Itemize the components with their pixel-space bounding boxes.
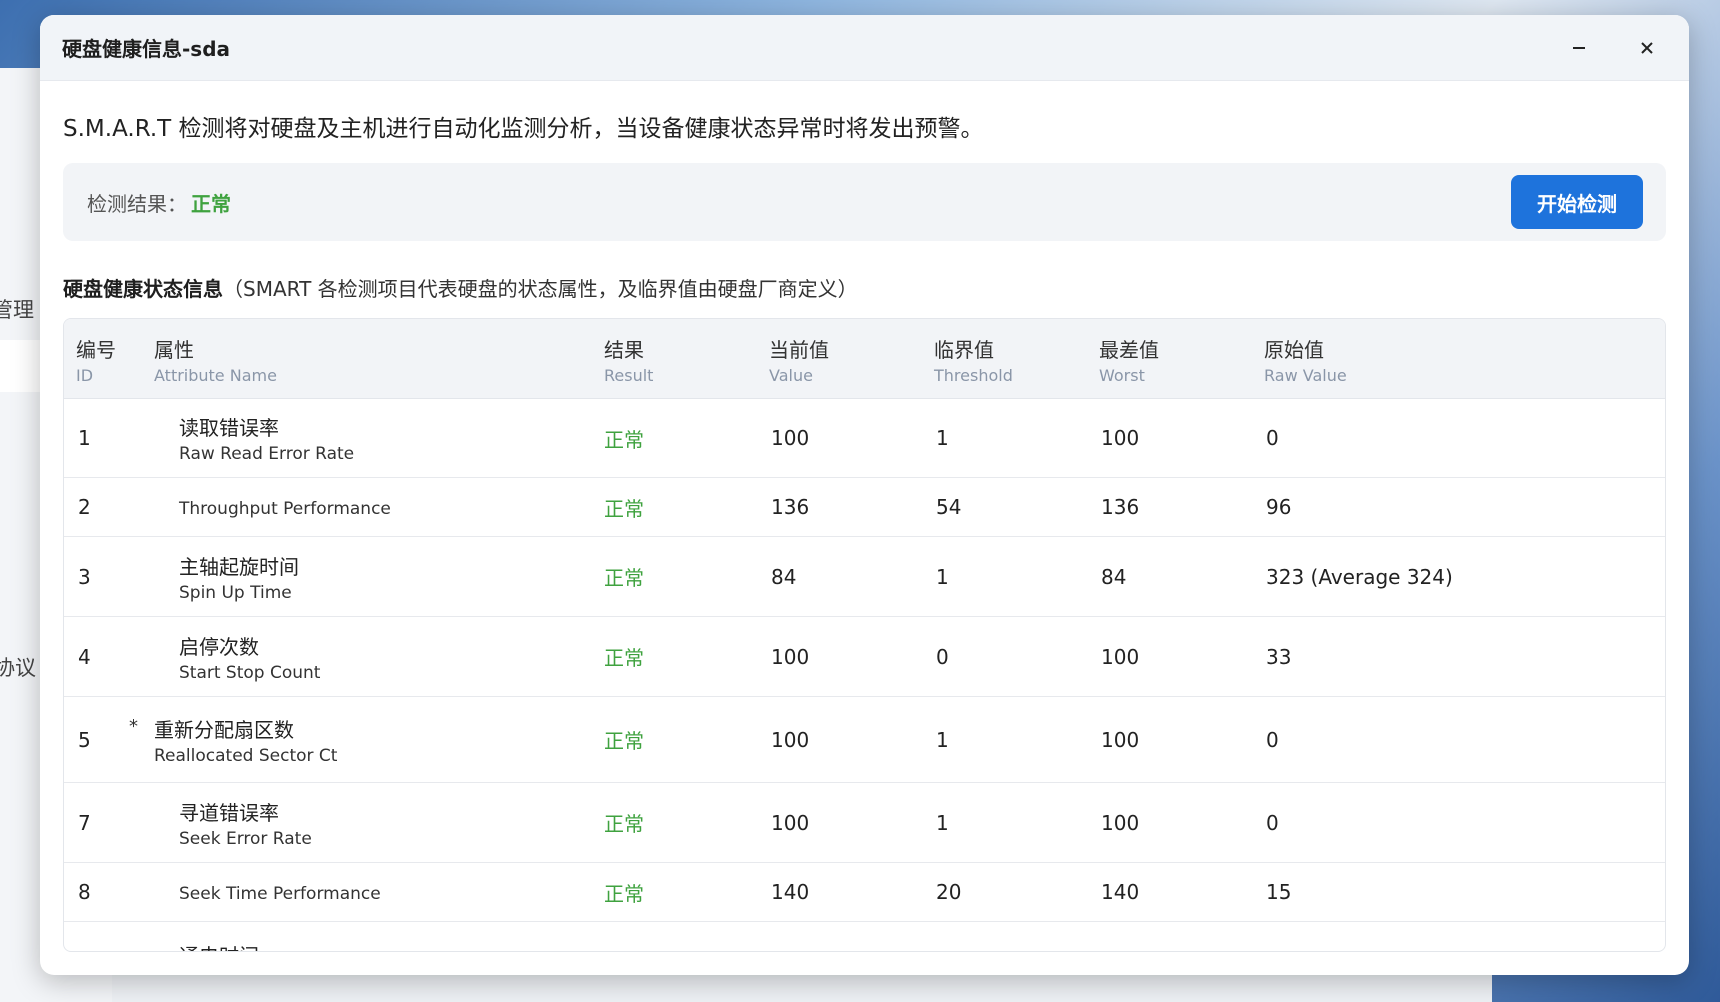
cell-threshold: 0 bbox=[936, 644, 949, 669]
background-label: 协议 bbox=[0, 656, 36, 680]
result-status: 正常 bbox=[191, 191, 231, 216]
intro-text: S.M.A.R.T 检测将对硬盘及主机进行自动化监测分析，当设备健康状态异常时将… bbox=[63, 116, 984, 142]
start-check-button[interactable]: 开始检测 bbox=[1511, 175, 1643, 229]
cell-value: 140 bbox=[771, 880, 810, 904]
cell-threshold: 1 bbox=[936, 810, 949, 835]
cell-worst: 100 bbox=[1101, 727, 1140, 752]
dialog-header: 硬盘健康信息-sda bbox=[40, 15, 1689, 81]
cell-result: 正常 bbox=[604, 566, 644, 590]
cell-worst: 140 bbox=[1101, 880, 1140, 904]
cell-threshold: 20 bbox=[936, 880, 962, 904]
cell-raw: 96 bbox=[1266, 495, 1292, 519]
table-row: 7 寻道错误率 Seek Error Rate 正常 100 1 100 0 bbox=[64, 783, 1665, 863]
cell-id: 1 bbox=[78, 426, 91, 450]
cell-result: 正常 bbox=[604, 496, 644, 521]
table-row: 5 * 重新分配扇区数 Reallocated Sector Ct 正常 100 1… bbox=[64, 697, 1665, 783]
header-value: 当前值 Value bbox=[769, 338, 829, 385]
cell-name: 通电时间 bbox=[154, 940, 604, 951]
cell-raw: 0 bbox=[1266, 727, 1279, 752]
cell-id: 8 bbox=[78, 880, 91, 904]
close-icon bbox=[1641, 41, 1653, 54]
cell-name: 主轴起旋时间 Spin Up Time bbox=[179, 554, 299, 603]
cell-raw: 323 (Average 324) bbox=[1266, 564, 1453, 589]
cell-worst: 100 bbox=[1101, 644, 1140, 669]
dialog-body: S.M.A.R.T 检测将对硬盘及主机进行自动化监测分析，当设备健康状态异常时将… bbox=[40, 109, 1689, 952]
cell-value: 100 bbox=[771, 727, 810, 752]
header-raw: 原始值 Raw Value bbox=[1264, 338, 1347, 385]
cell-result: 正常 bbox=[604, 881, 644, 906]
table-row: 通电时间 bbox=[64, 922, 1665, 951]
header-threshold: 临界值 Threshold bbox=[934, 338, 1013, 385]
cell-value: 84 bbox=[771, 564, 797, 589]
cell-name: 读取错误率 Raw Read Error Rate bbox=[179, 416, 355, 464]
cell-id: 3 bbox=[78, 564, 91, 589]
cell-worst: 100 bbox=[1101, 810, 1140, 835]
cell-value: 100 bbox=[771, 426, 810, 450]
minus-icon bbox=[1573, 46, 1585, 49]
cell-id: 2 bbox=[78, 495, 91, 519]
result-bar: 检测结果： 正常 开始检测 bbox=[63, 163, 1666, 241]
header-result: 结果 Result bbox=[604, 338, 654, 385]
cell-value: 100 bbox=[771, 644, 810, 669]
cell-result: 正常 bbox=[604, 812, 644, 836]
cell-value: 100 bbox=[771, 810, 810, 835]
header-id: 编号 ID bbox=[76, 338, 116, 385]
background-label: 管理 bbox=[0, 298, 34, 322]
cell-raw: 0 bbox=[1266, 810, 1279, 835]
cell-raw: 0 bbox=[1266, 426, 1279, 450]
table-row: 4 启停次数 Start Stop Count 正常 100 0 100 33 bbox=[64, 617, 1665, 697]
cell-threshold: 1 bbox=[936, 727, 949, 752]
table-row: 1 读取错误率 Raw Read Error Rate 正常 100 1 100 … bbox=[64, 399, 1665, 478]
smart-table[interactable]: 编号 ID 属性 Attribute Name 结果 Result 当前值 Value … bbox=[63, 318, 1666, 952]
table-header: 编号 ID 属性 Attribute Name 结果 Result 当前值 Value … bbox=[64, 319, 1665, 399]
cell-result: 正常 bbox=[604, 729, 644, 753]
cell-name: 寻道错误率 Seek Error Rate bbox=[179, 800, 312, 849]
section-title: 硬盘健康状态信息（SMART 各检测项目代表硬盘的状态属性，及临界值由硬盘厂商定… bbox=[63, 273, 1666, 302]
cell-name: 启停次数 Start Stop Count bbox=[179, 634, 321, 683]
table-row: 8 Seek Time Performance 正常 140 20 140 15 bbox=[64, 863, 1665, 922]
table-row: 2 Throughput Performance 正常 136 54 136 9… bbox=[64, 478, 1665, 537]
cell-id: 4 bbox=[78, 644, 91, 669]
cell-name: * 重新分配扇区数 Reallocated Sector Ct bbox=[129, 715, 338, 766]
header-worst: 最差值 Worst bbox=[1099, 338, 1159, 385]
cell-name: Seek Time Performance bbox=[179, 883, 381, 904]
cell-worst: 136 bbox=[1101, 495, 1140, 519]
cell-worst: 84 bbox=[1101, 564, 1127, 589]
minimize-button[interactable] bbox=[1559, 28, 1599, 68]
cell-value: 136 bbox=[771, 495, 810, 519]
cell-worst: 100 bbox=[1101, 426, 1140, 450]
cell-id: 7 bbox=[78, 810, 91, 835]
cell-threshold: 1 bbox=[936, 426, 949, 450]
header-name: 属性 Attribute Name bbox=[154, 338, 277, 385]
cell-result: 正常 bbox=[604, 646, 644, 670]
cell-threshold: 1 bbox=[936, 564, 949, 589]
cell-threshold: 54 bbox=[936, 495, 962, 519]
cell-name: Throughput Performance bbox=[179, 498, 391, 519]
cell-result: 正常 bbox=[604, 427, 644, 452]
dialog-title: 硬盘健康信息-sda bbox=[62, 37, 231, 61]
section-title-main: 硬盘健康状态信息 bbox=[63, 277, 223, 301]
cell-raw: 33 bbox=[1266, 644, 1292, 669]
result-label: 检测结果： bbox=[87, 191, 187, 216]
disk-health-dialog: 硬盘健康信息-sda S.M.A.R.T 检测将对硬盘及主机进行自动化监测分析，… bbox=[40, 15, 1689, 975]
close-button[interactable] bbox=[1627, 28, 1667, 68]
table-row: 3 主轴起旋时间 Spin Up Time 正常 84 1 84 323 (Ave… bbox=[64, 537, 1665, 617]
cell-raw: 15 bbox=[1266, 880, 1292, 904]
section-title-note: （SMART 各检测项目代表硬盘的状态属性，及临界值由硬盘厂商定义） bbox=[223, 277, 858, 301]
